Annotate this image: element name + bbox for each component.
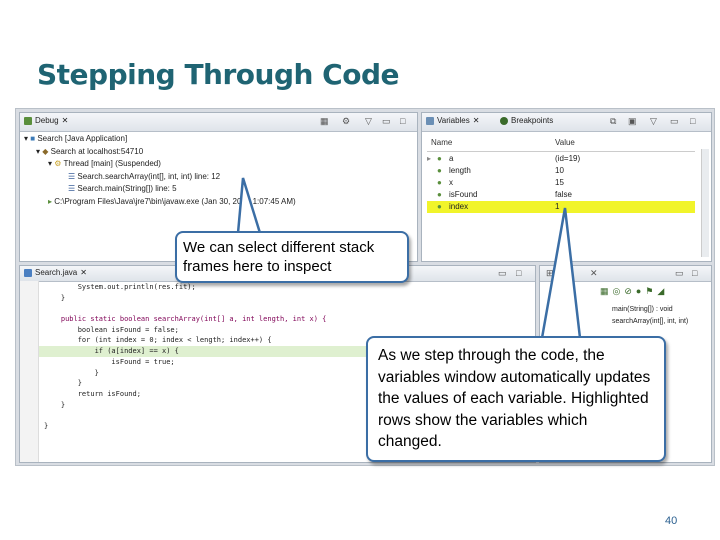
- slide-title: Stepping Through Code: [37, 58, 400, 91]
- table-row-highlighted[interactable]: ● index 1: [427, 201, 695, 213]
- tab-variables[interactable]: Variables ✕: [426, 116, 479, 125]
- close-icon[interactable]: ✕: [473, 116, 480, 125]
- view-menu-icon[interactable]: ▽: [650, 116, 657, 127]
- select-icon[interactable]: ▣: [628, 116, 637, 127]
- stack-frame-icon: ☰: [68, 171, 76, 181]
- variables-tab-label: Variables: [437, 116, 470, 125]
- outline-item[interactable]: searchArray(int[], int, int): [612, 318, 688, 325]
- table-row[interactable]: ● isFound false: [427, 189, 695, 201]
- debug-tabbar: Debug ✕ ▦ ⚙ ▽ ▭ □: [20, 113, 417, 132]
- minimize-icon[interactable]: ▭: [382, 116, 391, 127]
- debug-tree: ▾ ■ Search [Java Application] ▾ ◆ Search…: [24, 133, 296, 208]
- stack-frame-item[interactable]: ☰ Search.main(String[]) line: 5: [24, 183, 296, 196]
- collapse-icon[interactable]: ⧉: [610, 116, 616, 127]
- minimize-icon[interactable]: ▭: [498, 268, 507, 279]
- table-row[interactable]: ● x 15: [427, 177, 695, 189]
- thread-icon: ⚙: [54, 159, 62, 168]
- tree-item[interactable]: ▾ ◆ Search at localhost:54710: [24, 146, 296, 159]
- column-name[interactable]: Name: [431, 138, 452, 147]
- variables-tabbar: Variables ✕ Breakpoints ⧉ ▣ ▽ ▭ □: [422, 113, 711, 132]
- outline-icon[interactable]: ⊞: [546, 268, 554, 279]
- stack-frame-icon: ☰: [68, 184, 76, 193]
- variables-pane: Variables ✕ Breakpoints ⧉ ▣ ▽ ▭ □ Name V…: [421, 112, 712, 262]
- tree-item[interactable]: ▾ ■ Search [Java Application]: [24, 133, 296, 146]
- vertical-scrollbar[interactable]: [701, 149, 709, 257]
- column-value[interactable]: Value: [555, 138, 575, 147]
- variables-icon: [426, 116, 434, 125]
- tab-search-java[interactable]: Search.java ✕: [24, 268, 87, 277]
- editor-tab-label: Search.java: [35, 268, 78, 277]
- stack-callout: We can select different stack frames her…: [175, 231, 409, 283]
- tree-item[interactable]: ▸ C:\Program Files\Java\jre7\bin\javaw.e…: [24, 196, 296, 209]
- editor-gutter: [20, 281, 39, 462]
- minimize-icon[interactable]: ▭: [670, 116, 679, 127]
- outline-tabbar: ⊞ ✕ ▭ □: [540, 266, 711, 282]
- maximize-icon[interactable]: □: [516, 268, 521, 278]
- close-icon[interactable]: ✕: [590, 268, 598, 279]
- minimize-icon[interactable]: ▭: [675, 268, 684, 279]
- step-icon[interactable]: ⚙: [342, 116, 350, 127]
- variables-callout-text: As we step through the code, the variabl…: [378, 347, 651, 450]
- debug-tab-label: Debug: [35, 116, 59, 125]
- breakpoints-icon: [500, 116, 508, 125]
- variables-table-header: Name Value: [427, 137, 695, 152]
- page-number: 40: [665, 515, 678, 527]
- resume-icon[interactable]: ▦: [320, 116, 329, 127]
- maximize-icon[interactable]: □: [690, 116, 695, 126]
- tab-breakpoints[interactable]: Breakpoints: [500, 116, 553, 125]
- table-row[interactable]: ● length 10: [427, 165, 695, 177]
- outline-toolbar: ▦◎⊘●⚑◢: [600, 286, 669, 296]
- maximize-icon[interactable]: □: [400, 116, 405, 126]
- tree-item[interactable]: ▾ ⚙ Thread [main] (Suspended): [24, 158, 296, 171]
- table-row[interactable]: ▸ ● a (id=19): [427, 153, 695, 165]
- java-file-icon: [24, 268, 32, 277]
- outline-item[interactable]: main(String[]) : void: [612, 306, 673, 313]
- variables-callout: As we step through the code, the variabl…: [366, 336, 666, 462]
- stack-callout-text: We can select different stack frames her…: [183, 239, 375, 275]
- breakpoints-tab-label: Breakpoints: [511, 116, 554, 125]
- tab-debug[interactable]: Debug ✕: [24, 116, 68, 125]
- maximize-icon[interactable]: □: [692, 268, 697, 278]
- close-icon[interactable]: ✕: [62, 116, 69, 125]
- close-icon[interactable]: ✕: [80, 268, 87, 277]
- debug-icon: [24, 116, 32, 125]
- code-area[interactable]: System.out.println(res.fit); } public st…: [44, 282, 326, 432]
- view-menu-icon[interactable]: ▽: [365, 116, 372, 127]
- stack-frame-item[interactable]: ☰ Search.searchArray(int[], int, int) li…: [24, 171, 296, 184]
